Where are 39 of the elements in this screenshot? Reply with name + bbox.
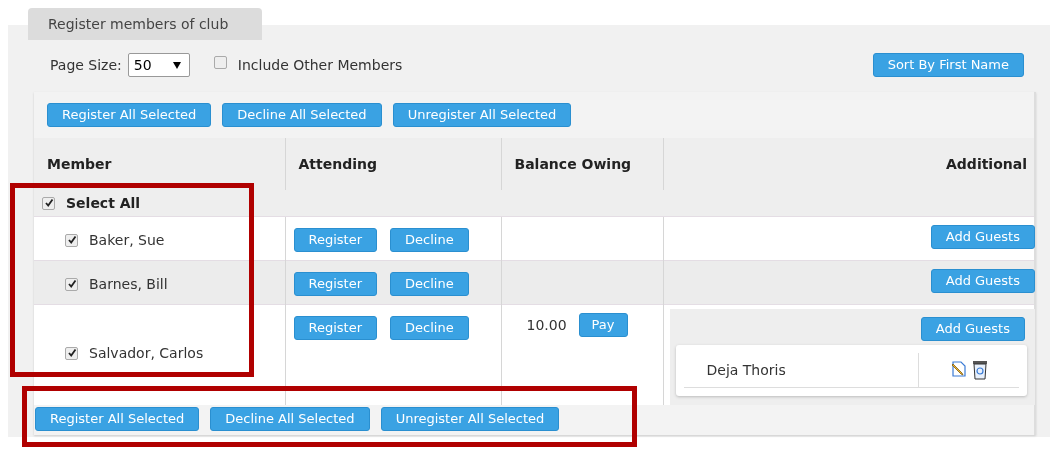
page-size-label: Page Size: (50, 57, 122, 73)
checkbox[interactable] (42, 196, 55, 210)
add-guests-button[interactable]: Add Guests (920, 317, 1025, 341)
select-all-label: Select All (66, 195, 141, 211)
member-name: Salvador, Carlos (89, 345, 204, 361)
caret-icon (172, 61, 181, 69)
column-header: Attending (285, 138, 501, 190)
edit-icon[interactable] (949, 360, 968, 380)
add-guests-button[interactable]: Add Guests (930, 225, 1035, 249)
column-header: Balance Owing (501, 138, 663, 190)
checkbox[interactable] (213, 55, 227, 69)
trash-icon[interactable] (970, 360, 989, 380)
row-action-button[interactable]: Decline (390, 316, 469, 340)
member-name: Barnes, Bill (89, 276, 168, 292)
page-size-dropdown[interactable]: 50 (127, 53, 190, 77)
checkbox-label: Include Other Members (237, 57, 403, 73)
sort-button[interactable]: Sort By First Name (872, 53, 1024, 77)
pay-button[interactable]: Pay (578, 313, 628, 337)
row-action-button[interactable]: Register (293, 316, 378, 340)
checkbox[interactable] (65, 233, 78, 247)
bulk-action-button[interactable]: Unregister All Selected (392, 103, 572, 127)
row-action-button[interactable]: Decline (390, 272, 469, 296)
bulk-action-button[interactable]: Register All Selected (47, 103, 212, 127)
bulk-action-button[interactable]: Register All Selected (35, 407, 200, 431)
checkbox[interactable] (65, 346, 78, 360)
checkbox[interactable] (65, 277, 78, 291)
panel-tab[interactable]: Register members of club (28, 8, 262, 40)
column-header: Additional (663, 138, 1034, 190)
bulk-action-button[interactable]: Decline All Selected (210, 407, 370, 431)
row-action-button[interactable]: Register (293, 228, 378, 252)
member-name: Baker, Sue (89, 232, 165, 248)
row-action-button[interactable]: Decline (390, 228, 469, 252)
bulk-action-button[interactable]: Decline All Selected (222, 103, 382, 127)
bulk-action-button[interactable]: Unregister All Selected (380, 407, 560, 431)
guest-name: Deja Thoris (683, 353, 919, 387)
add-guests-button[interactable]: Add Guests (930, 269, 1035, 293)
column-header: Member (34, 138, 285, 190)
row-action-button[interactable]: Register (293, 272, 378, 296)
balance-amount: 10.00 (526, 317, 567, 333)
